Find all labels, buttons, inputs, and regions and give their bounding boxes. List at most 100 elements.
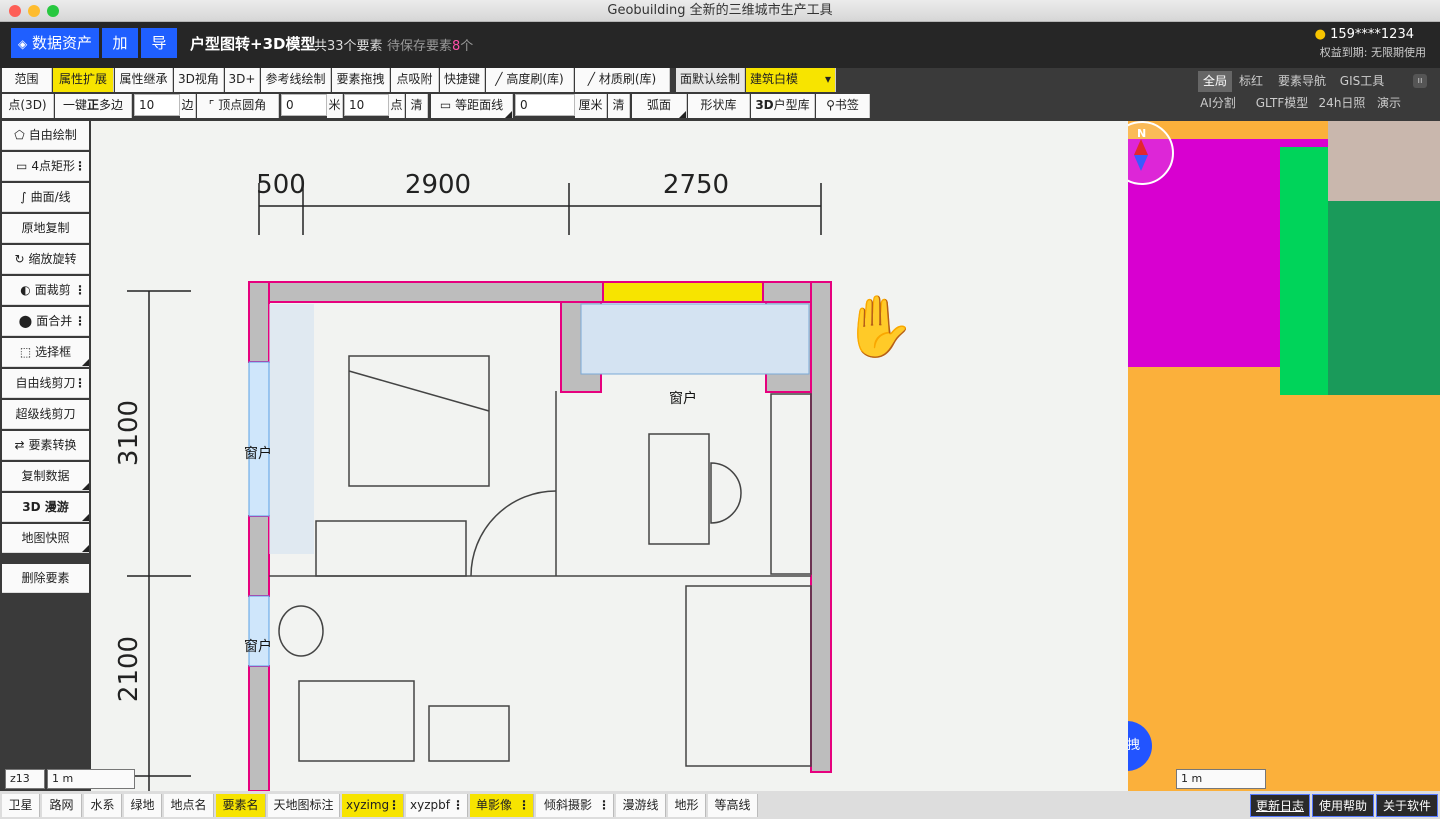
tool-free-line-scissors[interactable]: 自由线剪刀 ⋮	[2, 369, 89, 398]
layer-roam-line[interactable]: 漫游线	[616, 794, 666, 817]
tab-gltf-model[interactable]: GLTF模型	[1252, 93, 1312, 114]
tool-height-brush[interactable]: ╱ 高度刷(库)	[486, 68, 574, 92]
tool-attr-inherit[interactable]: 属性继承	[115, 68, 173, 92]
tool-range[interactable]: 范围	[2, 68, 52, 92]
building-mode-select[interactable]: 建筑白模 ▾	[746, 68, 836, 92]
more-icon[interactable]: ⋮	[74, 369, 86, 398]
tool-drag[interactable]: 要素拖拽	[332, 68, 390, 92]
tab-demo[interactable]: 演示	[1372, 93, 1406, 114]
tool-shortcuts[interactable]: 快捷键	[440, 68, 485, 92]
tool-point-3d[interactable]: 点(3D)	[2, 94, 54, 118]
point-input[interactable]: 10	[344, 94, 389, 116]
layer-roads[interactable]: 路网	[42, 794, 82, 817]
corner-input[interactable]: 0	[281, 94, 327, 116]
clear-button-1[interactable]: 清	[406, 94, 428, 118]
tool-corner-round[interactable]: ⌜ 顶点圆角	[197, 94, 279, 118]
tool-equidistant[interactable]: ▭ 等距面线	[431, 94, 513, 118]
tool-arc[interactable]: 弧面	[632, 94, 687, 118]
minimize-window-button[interactable]	[28, 5, 40, 17]
maximize-window-button[interactable]	[47, 5, 59, 17]
tab-feature-nav[interactable]: 要素导航	[1274, 71, 1330, 92]
tool-shape-lib[interactable]: 形状库	[688, 94, 750, 118]
tool-4pt-rect[interactable]: ▭ 4点矩形 ⋮	[2, 152, 89, 181]
rect-icon: ▭	[16, 159, 28, 173]
tool-face-clip[interactable]: ◐ 面裁剪 ⋮	[2, 276, 89, 305]
tool-curve[interactable]: ∫ 曲面/线	[2, 183, 89, 212]
tool-face-merge[interactable]: ⬤ 面合并 ⋮	[2, 307, 89, 336]
tool-material-brush[interactable]: ╱ 材质刷(库)	[575, 68, 670, 92]
tool-feature-convert[interactable]: ⇄ 要素转换	[2, 431, 89, 460]
tool-attr-extend[interactable]: 属性扩展	[53, 68, 114, 92]
one-key-label: 一键	[62, 98, 87, 112]
layer-single-image[interactable]: 单影像 ⋮	[470, 794, 534, 817]
layer-feature-names[interactable]: 要素名	[216, 794, 266, 817]
layer-tianditu[interactable]: 天地图标注	[268, 794, 340, 817]
layer-xyzpbf[interactable]: xyzpbf ⋮	[406, 794, 468, 817]
layer-satellite[interactable]: 卫星	[2, 794, 40, 817]
tool-house-lib[interactable]: 3D户型库	[751, 94, 815, 118]
layer-oblique[interactable]: 倾斜摄影 ⋮	[536, 794, 614, 817]
import-button[interactable]: 导	[141, 28, 177, 58]
equidistant-input[interactable]: 0	[515, 94, 575, 116]
tool-scale-rotate[interactable]: ↻ 缩放旋转	[2, 245, 89, 274]
expand-triangle-icon	[82, 359, 89, 366]
tool-copy-in-place[interactable]: 原地复制	[2, 214, 89, 243]
rights-expiry: 权益到期: 无限期使用	[1319, 46, 1426, 59]
tab-gis-tools[interactable]: GIS工具	[1334, 71, 1390, 92]
data-assets-button[interactable]: ◈ 数据资产	[11, 28, 99, 58]
layer-green[interactable]: 绿地	[124, 794, 162, 817]
more-icon[interactable]: ⋮	[598, 794, 610, 816]
tool-one-key-polygon[interactable]: 一键正多边	[55, 94, 132, 118]
tab-24h-sun[interactable]: 24h日照	[1318, 93, 1366, 114]
compass-needle-north-icon	[1134, 139, 1148, 155]
hand-cursor-icon: ✋	[841, 292, 916, 362]
tab-mark-red[interactable]: 标红	[1234, 71, 1268, 92]
more-icon[interactable]: ⋮	[518, 794, 530, 816]
tool-super-line-scissors[interactable]: 超级线剪刀	[2, 400, 89, 429]
map-3d-view[interactable]: N 拖拽 1 m	[1128, 121, 1440, 791]
more-icon[interactable]: ⋮	[388, 794, 400, 816]
more-icon[interactable]: ⋮	[74, 276, 86, 305]
tool-3d-roam[interactable]: 3D 漫游	[2, 493, 89, 522]
tool-copy-data[interactable]: 复制数据	[2, 462, 89, 491]
left-toolbox: ⬠ 自由绘制 ▭ 4点矩形 ⋮ ∫ 曲面/线 原地复制 ↻ 缩放旋转 ◐ 面裁剪 ⋮ ⬤ 面合并…	[0, 121, 91, 819]
tool-map-snapshot[interactable]: 地图快照	[2, 524, 89, 553]
user-account[interactable]: ● 159****1234	[1315, 27, 1414, 42]
tool-default-draw[interactable]: 面默认绘制	[676, 68, 745, 92]
help-link[interactable]: 使用帮助	[1312, 794, 1374, 817]
more-icon[interactable]: ⋮	[74, 307, 86, 336]
tool-ref-line[interactable]: 参考线绘制	[261, 68, 331, 92]
sides-input[interactable]: 10	[134, 94, 180, 116]
tool-snap[interactable]: 点吸附	[391, 68, 439, 92]
tool-select-box[interactable]: ⬚ 选择框	[2, 338, 89, 367]
layer-contours[interactable]: 等高线	[708, 794, 758, 817]
tool-3d-view[interactable]: 3D视角	[174, 68, 224, 92]
changelog-link[interactable]: 更新日志	[1250, 794, 1310, 817]
drag-button[interactable]: 拖拽	[1128, 721, 1152, 771]
add-button[interactable]: 加	[102, 28, 138, 58]
pending-save-text[interactable]: 待保存要素8个	[387, 35, 473, 54]
tool-bookmark[interactable]: ⚲书签	[816, 94, 870, 118]
map-canvas[interactable]: 500 2900 2750 3100 2100 窗户 窗户 窗户 ✋	[91, 121, 1128, 791]
tool-3d-plus[interactable]: 3D+	[225, 68, 260, 92]
tool-label: 缩放旋转	[28, 252, 77, 266]
about-link[interactable]: 关于软件	[1376, 794, 1438, 817]
curve-icon: ∫	[20, 190, 27, 204]
brush-icon: ╱	[587, 72, 596, 86]
layer-place-names[interactable]: 地点名	[164, 794, 214, 817]
pause-icon[interactable]: ıı	[1413, 74, 1427, 88]
tab-ai-split[interactable]: AI分割	[1198, 93, 1238, 114]
more-icon[interactable]: ⋮	[74, 152, 86, 181]
tool-delete-feature[interactable]: 删除要素	[2, 564, 89, 593]
tool-label: 面合并	[36, 314, 73, 328]
tab-global[interactable]: 全局	[1198, 71, 1232, 92]
layer-water[interactable]: 水系	[84, 794, 122, 817]
tool-free-draw[interactable]: ⬠ 自由绘制	[2, 121, 89, 150]
layer-terrain[interactable]: 地形	[668, 794, 706, 817]
more-icon[interactable]: ⋮	[452, 794, 464, 816]
dim-left-2: 2100	[114, 636, 144, 702]
clear-button-2[interactable]: 清	[608, 94, 630, 118]
tool-label: 面裁剪	[34, 283, 71, 297]
close-window-button[interactable]	[9, 5, 21, 17]
layer-xyzimg[interactable]: xyzimg ⋮	[342, 794, 404, 817]
